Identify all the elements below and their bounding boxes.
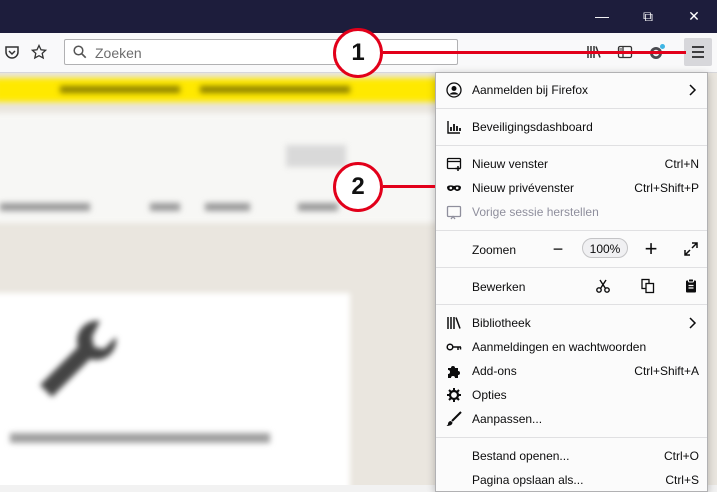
close-button[interactable]: ✕ bbox=[671, 0, 717, 33]
open-menu-button[interactable] bbox=[684, 38, 712, 66]
callout-marker-2: 2 bbox=[333, 162, 383, 212]
new-window-icon bbox=[446, 156, 462, 172]
nav-text-block bbox=[150, 203, 180, 211]
menu-item-label: Opties bbox=[472, 388, 507, 402]
menu-item-label: Nieuw venster bbox=[472, 157, 549, 171]
paintbrush-icon bbox=[446, 411, 462, 427]
star-icon bbox=[31, 44, 47, 60]
menu-item-label: Add-ons bbox=[472, 364, 517, 378]
chevron-right-icon bbox=[687, 82, 699, 101]
private-mask-icon bbox=[446, 180, 462, 196]
account-icon bbox=[446, 82, 462, 98]
minus-icon: − bbox=[552, 238, 564, 259]
menu-item-save-page[interactable]: Pagina opslaan als... Ctrl+S bbox=[436, 468, 707, 491]
search-placeholder: Zoeken bbox=[95, 45, 142, 61]
copy-button[interactable] bbox=[636, 274, 660, 298]
restore-button[interactable]: ⧉ bbox=[625, 0, 671, 33]
menu-item-sign-in[interactable]: Aanmelden bij Firefox bbox=[436, 78, 707, 102]
menu-item-label: Aanmeldingen en wachtwoorden bbox=[472, 340, 647, 354]
menu-item-customize[interactable]: Aanpassen... bbox=[436, 407, 707, 431]
menu-separator bbox=[436, 230, 707, 231]
menu-item-security-dashboard[interactable]: Beveiligingsdashboard bbox=[436, 115, 707, 139]
menu-item-label: Aanpassen... bbox=[472, 412, 543, 426]
key-icon bbox=[446, 339, 462, 355]
paste-button[interactable] bbox=[679, 274, 703, 298]
zoom-out-button[interactable]: − bbox=[546, 237, 570, 261]
menu-item-options[interactable]: Opties bbox=[436, 383, 707, 407]
minimize-icon: — bbox=[595, 8, 609, 24]
callout-marker-1: 1 bbox=[333, 28, 383, 78]
puzzle-icon bbox=[446, 363, 462, 379]
dashboard-icon bbox=[446, 119, 462, 135]
menu-item-label: Zoomen bbox=[472, 243, 517, 257]
minimize-button[interactable]: — bbox=[579, 0, 625, 33]
nav-text-block bbox=[205, 203, 250, 211]
menu-item-label: Bestand openen... bbox=[472, 449, 570, 463]
scissors-icon bbox=[596, 279, 610, 293]
restore-icon: ⧉ bbox=[643, 8, 653, 24]
nav-text-block bbox=[298, 203, 338, 211]
pocket-icon bbox=[5, 46, 19, 59]
menu-item-addons[interactable]: Add-ons Ctrl+Shift+A bbox=[436, 359, 707, 383]
menu-item-label: Bibliotheek bbox=[472, 316, 531, 330]
fullscreen-icon bbox=[684, 242, 698, 256]
menu-separator bbox=[436, 267, 707, 268]
chevron-right-icon bbox=[687, 315, 699, 334]
gear-icon bbox=[446, 387, 462, 403]
zoom-in-button[interactable]: + bbox=[639, 236, 663, 261]
menu-item-label: Aanmelden bij Firefox bbox=[472, 83, 589, 97]
menu-item-zoom: Zoomen − + bbox=[436, 233, 707, 265]
header-button-shape bbox=[286, 145, 346, 167]
banner-text-block bbox=[60, 86, 180, 93]
pocket-button[interactable] bbox=[0, 40, 24, 64]
menu-separator bbox=[436, 437, 707, 438]
menu-item-shortcut: Ctrl+O bbox=[663, 449, 699, 463]
library-icon bbox=[446, 315, 462, 331]
cut-button[interactable] bbox=[591, 274, 615, 298]
menu-item-shortcut: Ctrl+Shift+A bbox=[634, 364, 699, 378]
menu-item-restore-session: Vorige sessie herstellen bbox=[436, 200, 707, 224]
menu-item-open-file[interactable]: Bestand openen... Ctrl+O bbox=[436, 444, 707, 468]
menu-item-library[interactable]: Bibliotheek bbox=[436, 311, 707, 335]
menu-item-label: Vorige sessie herstellen bbox=[472, 205, 599, 219]
menu-item-edit: Bewerken bbox=[436, 270, 707, 302]
wrench-icon bbox=[40, 320, 117, 397]
menu-separator bbox=[436, 304, 707, 305]
menu-item-new-private-window[interactable]: Nieuw privévenster Ctrl+Shift+P bbox=[436, 176, 707, 200]
menu-separator bbox=[436, 145, 707, 146]
bookmark-star-button[interactable] bbox=[27, 40, 51, 64]
menu-item-new-window[interactable]: Nieuw venster Ctrl+N bbox=[436, 152, 707, 176]
callout-line-2 bbox=[383, 185, 435, 188]
menu-separator bbox=[436, 108, 707, 109]
callout-line-1 bbox=[383, 51, 686, 54]
hamburger-icon bbox=[692, 46, 704, 58]
fullscreen-button[interactable] bbox=[679, 237, 703, 261]
nav-text-block bbox=[0, 203, 90, 211]
menu-item-label: Nieuw privévenster bbox=[472, 181, 575, 195]
close-icon: ✕ bbox=[688, 8, 700, 24]
menu-item-shortcut: Ctrl+N bbox=[664, 157, 699, 171]
clipboard-icon bbox=[686, 278, 696, 293]
card-text-block bbox=[10, 433, 270, 443]
app-menu-panel: Aanmelden bij Firefox Beveiligingsdashbo… bbox=[435, 72, 708, 492]
menu-item-logins-passwords[interactable]: Aanmeldingen en wachtwoorden bbox=[436, 335, 707, 359]
copy-icon bbox=[641, 278, 655, 294]
plus-icon: + bbox=[644, 236, 658, 261]
search-icon bbox=[73, 45, 87, 59]
restore-session-icon bbox=[446, 204, 462, 220]
menu-item-shortcut: Ctrl+Shift+P bbox=[634, 181, 699, 195]
menu-item-label: Bewerken bbox=[472, 280, 526, 294]
wrench-image bbox=[30, 313, 120, 413]
banner-text-block bbox=[200, 86, 350, 93]
zoom-reset-button[interactable]: 100% bbox=[582, 238, 628, 258]
menu-item-label: Beveiligingsdashboard bbox=[472, 120, 593, 134]
